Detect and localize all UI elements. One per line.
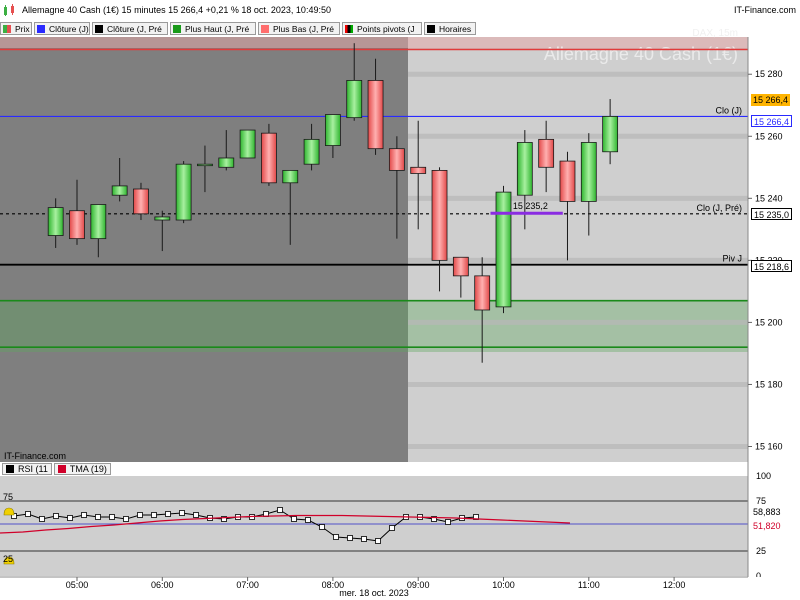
candle-body bbox=[431, 169, 448, 261]
rsi-point bbox=[25, 511, 31, 517]
rsi-point bbox=[389, 525, 395, 531]
color-swatch bbox=[57, 465, 66, 473]
x-axis-caption: mer. 18 oct. 2023 bbox=[339, 588, 409, 598]
y-tick-label: 15 200 bbox=[755, 317, 783, 327]
rsi-point bbox=[319, 524, 325, 530]
y-tick-label: 15 260 bbox=[755, 131, 783, 141]
candle-body bbox=[346, 80, 363, 119]
rsi-point bbox=[375, 538, 381, 544]
x-tick-label: 06:00 bbox=[151, 580, 174, 590]
bell-icon bbox=[3, 507, 15, 516]
candle-body bbox=[239, 129, 256, 159]
candle-body bbox=[452, 256, 469, 277]
candle-body bbox=[367, 80, 384, 150]
candle-body bbox=[282, 169, 299, 184]
marker-label: 15 235,2 bbox=[513, 201, 548, 211]
level-label: Clo (J, Pré) bbox=[696, 203, 742, 213]
copyright-label: IT-Finance.com bbox=[4, 451, 66, 461]
y-tick-label: 15 160 bbox=[755, 441, 783, 451]
rsi-tick-label: 100 bbox=[756, 471, 771, 481]
candle-body bbox=[410, 166, 427, 174]
rsi-point bbox=[137, 512, 143, 518]
candle-body bbox=[474, 275, 491, 311]
level-label: Clo (J) bbox=[716, 105, 743, 115]
rsi-point bbox=[291, 516, 297, 522]
candle-body bbox=[495, 191, 512, 308]
rsi-tick-label: 25 bbox=[756, 546, 766, 556]
rsi-side-label: 75 bbox=[3, 492, 13, 502]
rsi-point bbox=[53, 513, 59, 519]
x-tick-label: 07:00 bbox=[236, 580, 259, 590]
x-tick-label: 05:00 bbox=[66, 580, 89, 590]
rsi-point bbox=[95, 514, 101, 520]
rsi-point bbox=[151, 512, 157, 518]
rsi-tick-label: 75 bbox=[756, 496, 766, 506]
tma-value-tag: 51,820 bbox=[751, 520, 783, 532]
plus-haut-zone bbox=[0, 300, 748, 352]
rsi-point bbox=[193, 512, 199, 518]
legend-item-tma[interactable]: TMA (19) bbox=[53, 463, 111, 475]
close-j-tag: 15 266,4 bbox=[751, 115, 793, 127]
rsi-plot-area bbox=[0, 476, 748, 576]
color-swatch bbox=[6, 465, 14, 473]
candle-body bbox=[90, 204, 107, 240]
candle-body bbox=[303, 138, 320, 165]
price-chart[interactable]: DAX, 15m Allemagne 40 Cash (1€) Clo (J) C… bbox=[0, 0, 800, 600]
candle-body bbox=[154, 216, 171, 221]
candle-body bbox=[261, 132, 277, 184]
pivot-j-tag: 15 218,6 bbox=[751, 260, 793, 272]
rsi-point bbox=[67, 515, 73, 521]
candle-body bbox=[69, 210, 85, 240]
candle-body bbox=[538, 138, 555, 168]
rsi-point bbox=[445, 519, 451, 525]
candle-body bbox=[111, 185, 128, 196]
level-label: Piv J bbox=[722, 254, 742, 264]
bell-body bbox=[3, 507, 15, 516]
rsi-point bbox=[179, 510, 185, 516]
rsi-point bbox=[305, 517, 311, 523]
candle-body bbox=[324, 114, 341, 146]
rsi-point bbox=[123, 516, 129, 522]
legend-label: TMA (19) bbox=[69, 464, 107, 474]
candle-body bbox=[133, 188, 149, 215]
x-tick-label: 09:00 bbox=[407, 580, 430, 590]
y-tick-label: 15 240 bbox=[755, 193, 783, 203]
candle-body bbox=[559, 160, 576, 202]
x-tick-label: 10:00 bbox=[492, 580, 515, 590]
legend-label: RSI (11 bbox=[18, 464, 48, 474]
close-j-pre-tag: 15 235,0 bbox=[751, 208, 793, 220]
rsi-point bbox=[361, 536, 367, 542]
rsi-point bbox=[109, 514, 115, 520]
y-tick-label: 15 280 bbox=[755, 69, 783, 79]
rsi-point bbox=[277, 507, 283, 513]
legend-item-rsi[interactable]: RSI (11 bbox=[2, 463, 52, 475]
candle-body bbox=[580, 142, 597, 202]
watermark-interval: DAX, 15m bbox=[692, 28, 738, 39]
rsi-side-label: 25 bbox=[3, 554, 13, 564]
rsi-value-tag: 58,883 bbox=[751, 506, 783, 518]
rsi-point bbox=[39, 516, 45, 522]
x-tick-label: 12:00 bbox=[663, 580, 686, 590]
candle-body bbox=[516, 142, 533, 196]
candle-body bbox=[602, 116, 619, 153]
rsi-point bbox=[165, 511, 171, 517]
indicator-legend: RSI (11 TMA (19) bbox=[2, 463, 113, 475]
last-price-tag: 15 266,4 bbox=[751, 94, 791, 106]
candle-body bbox=[197, 163, 213, 167]
rsi-point bbox=[333, 534, 339, 540]
candle-body bbox=[388, 148, 405, 171]
candle-body bbox=[218, 157, 235, 168]
x-tick-label: 11:00 bbox=[578, 580, 600, 590]
candle-body bbox=[47, 207, 64, 236]
rsi-point bbox=[81, 512, 87, 518]
watermark-instrument: Allemagne 40 Cash (1€) bbox=[544, 44, 738, 64]
rsi-point bbox=[347, 535, 353, 541]
candle-body bbox=[175, 163, 192, 221]
y-tick-label: 15 180 bbox=[755, 379, 783, 389]
